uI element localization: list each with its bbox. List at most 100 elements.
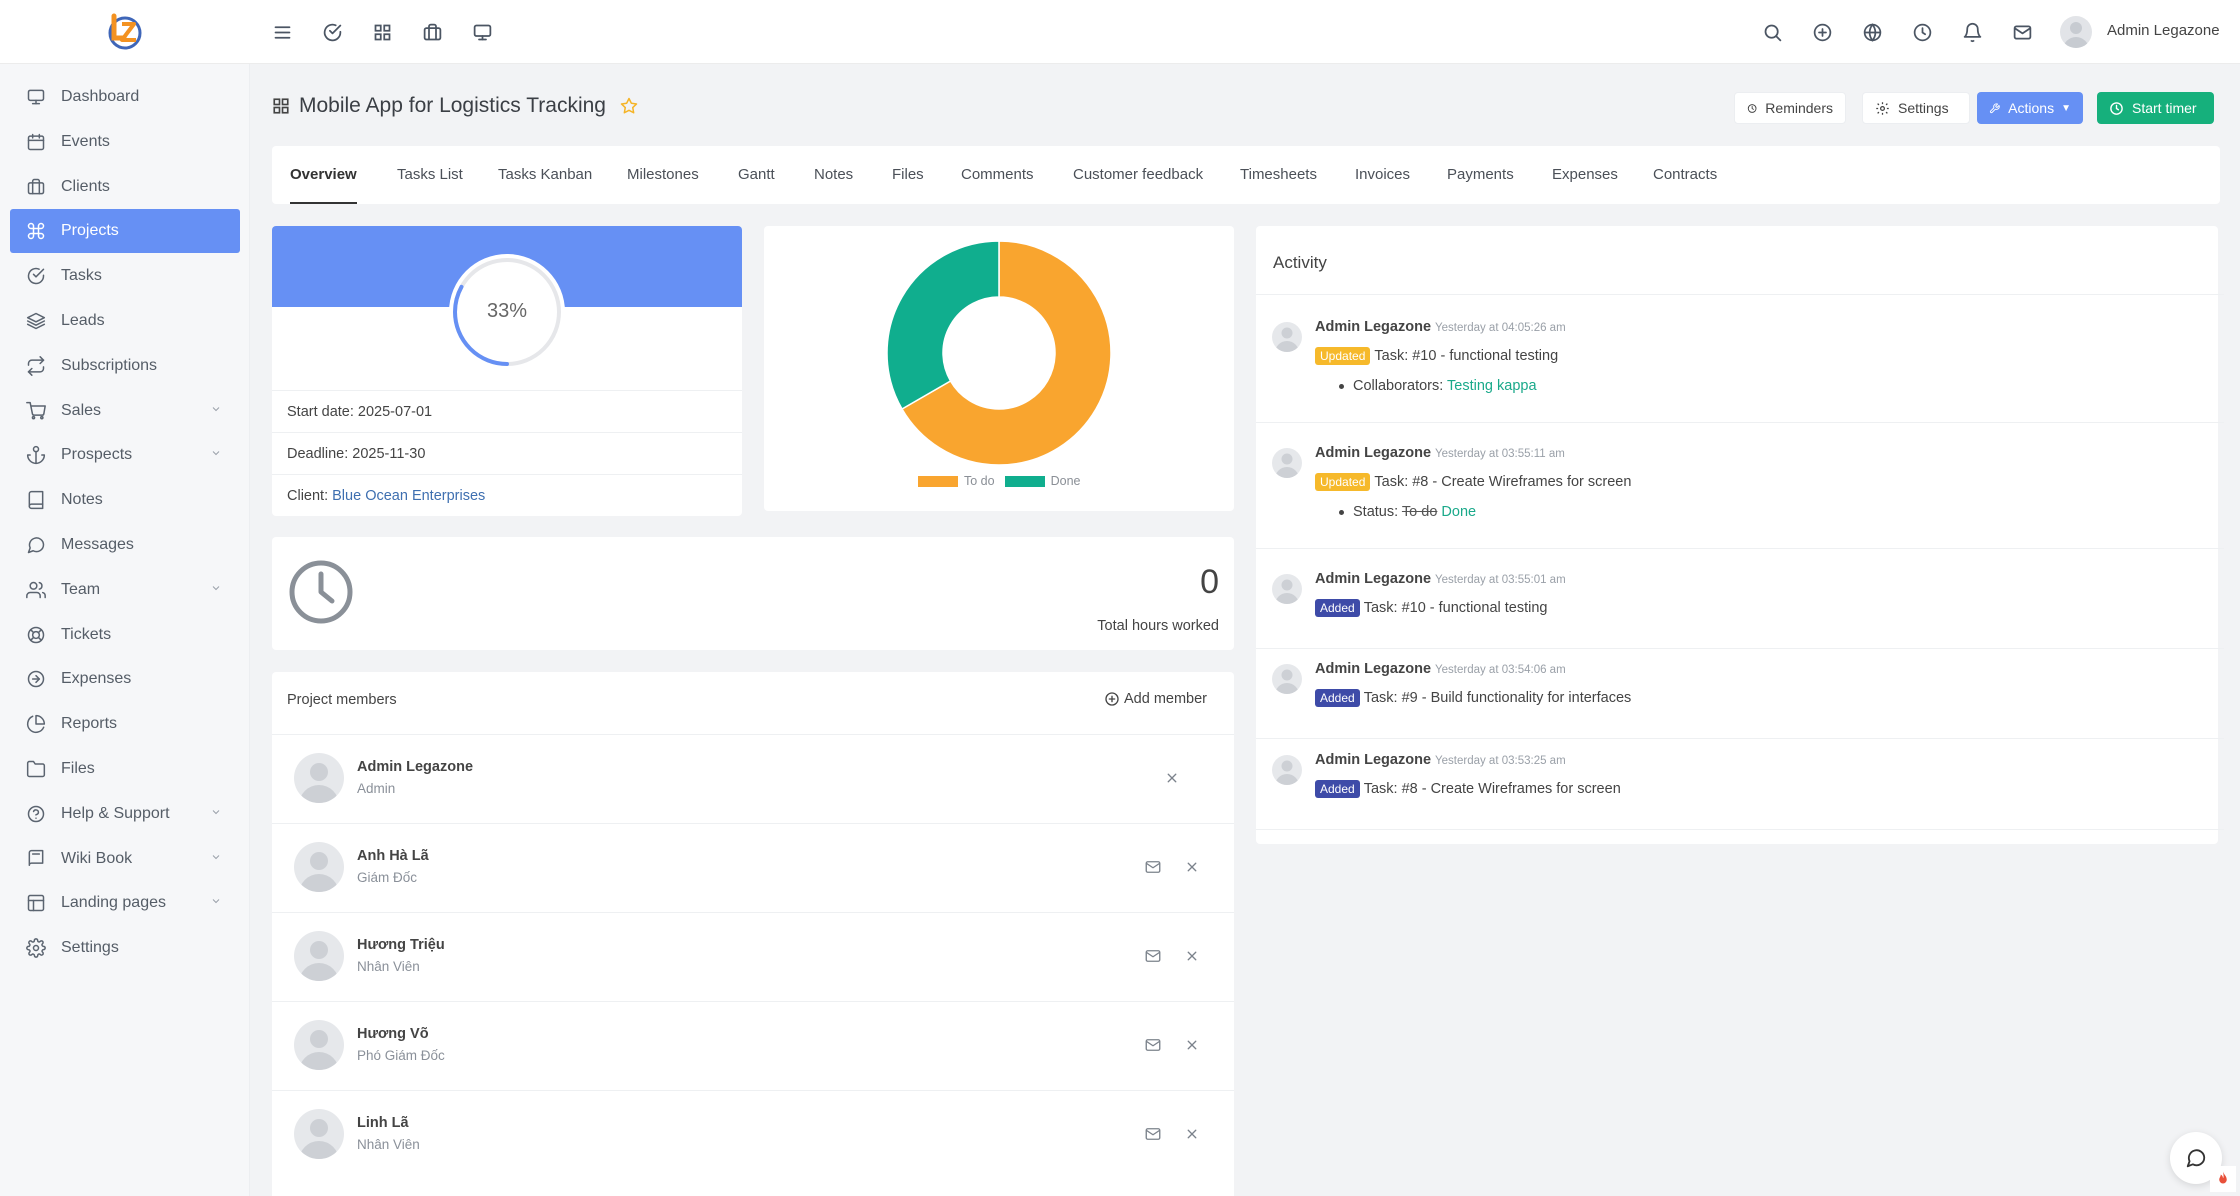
sidebar-item-tasks[interactable]: Tasks: [10, 254, 240, 298]
detail-label: Collaborators:: [1353, 378, 1448, 394]
page-header: Mobile App for Logistics Tracking: [272, 94, 638, 118]
member-name[interactable]: Linh Lã: [357, 1115, 409, 1131]
sidebar-item-messages[interactable]: Messages: [10, 523, 240, 567]
sidebar-item-projects[interactable]: Projects: [10, 209, 240, 254]
caret-down-icon: ▼: [2061, 102, 2071, 114]
divider: [1256, 829, 2224, 830]
sidebar-item-label: Wiki Book: [61, 849, 133, 867]
briefcase-icon[interactable]: [418, 18, 446, 46]
mail-icon[interactable]: [1144, 858, 1162, 876]
add-member-button[interactable]: Add member: [1104, 691, 1207, 707]
tab-tasks-kanban[interactable]: Tasks Kanban: [498, 146, 592, 204]
bell-icon[interactable]: [1958, 18, 1986, 46]
flame-icon[interactable]: [2210, 1166, 2236, 1192]
sidebar-item-label: Team: [61, 580, 101, 598]
check-circle-icon[interactable]: [318, 18, 346, 46]
member-name[interactable]: Anh Hà Lã: [357, 848, 429, 864]
mail-icon[interactable]: [1144, 1125, 1162, 1143]
activity-user[interactable]: Admin Legazone Yesterday at 03:55:01 am: [1315, 571, 1566, 587]
tab-timesheets[interactable]: Timesheets: [1240, 146, 1317, 204]
bullet: [1339, 509, 1344, 515]
menu-icon[interactable]: [268, 18, 296, 46]
close-icon[interactable]: [1183, 1036, 1201, 1054]
activity-task-link[interactable]: Task: #9 - Build functionality for inter…: [1364, 690, 1632, 706]
sidebar-item-label: Expenses: [61, 670, 132, 688]
user-name[interactable]: Admin Legazone: [2107, 22, 2220, 39]
sidebar-item-label: Events: [61, 132, 110, 150]
tab-gantt[interactable]: Gantt: [738, 146, 775, 204]
sidebar-item-dashboard[interactable]: Dashboard: [10, 75, 240, 119]
activity-time: Yesterday at 03:55:11 am: [1435, 448, 1565, 460]
mail-icon[interactable]: [2008, 18, 2036, 46]
activity-user[interactable]: Admin Legazone Yesterday at 04:05:26 am: [1315, 319, 1566, 335]
reminders-button[interactable]: Reminders: [1734, 92, 1846, 124]
sidebar-item-team[interactable]: Team: [10, 568, 240, 612]
sidebar-item-help-support[interactable]: Help & Support: [10, 792, 240, 836]
monitor-icon[interactable]: [468, 18, 496, 46]
activity-task-link[interactable]: Task: #8 - Create Wireframes for screen: [1364, 781, 1621, 797]
tab-customer-feedback[interactable]: Customer feedback: [1073, 146, 1203, 204]
sidebar-item-label: Tasks: [61, 267, 102, 285]
sidebar-item-events[interactable]: Events: [10, 120, 240, 164]
tab-tasks-list[interactable]: Tasks List: [397, 146, 463, 204]
tab-overview[interactable]: Overview: [290, 146, 357, 204]
member-name[interactable]: Hương Triệu: [357, 937, 445, 953]
activity-task-link[interactable]: Task: #10 - functional testing: [1364, 600, 1548, 616]
sidebar-item-sales[interactable]: Sales: [10, 389, 240, 433]
tab-milestones[interactable]: Milestones: [627, 146, 699, 204]
globe-icon[interactable]: [1858, 18, 1886, 46]
tab-contracts[interactable]: Contracts: [1653, 146, 1717, 204]
actions-label: Actions: [2008, 100, 2055, 116]
detail-new-value[interactable]: Done: [1441, 504, 1476, 520]
activity-user[interactable]: Admin Legazone Yesterday at 03:55:11 am: [1315, 445, 1565, 461]
life-buoy-icon: [25, 624, 47, 646]
tab-notes[interactable]: Notes: [814, 146, 853, 204]
mail-icon[interactable]: [1144, 1036, 1162, 1054]
mail-icon[interactable]: [1144, 947, 1162, 965]
tab-invoices[interactable]: Invoices: [1355, 146, 1410, 204]
member-name[interactable]: Admin Legazone: [357, 759, 473, 775]
sidebar-item-expenses[interactable]: Expenses: [10, 657, 240, 701]
activity-user[interactable]: Admin Legazone Yesterday at 03:54:06 am: [1315, 661, 1566, 677]
member-name[interactable]: Hương Võ: [357, 1026, 429, 1042]
user-avatar[interactable]: [2060, 16, 2092, 48]
clock-icon[interactable]: [1908, 18, 1936, 46]
tab-files[interactable]: Files: [892, 146, 924, 204]
activity-task-link[interactable]: Task: #8 - Create Wireframes for screen: [1374, 474, 1631, 490]
actions-dropdown[interactable]: Actions ▼: [1977, 92, 2083, 124]
sidebar-item-tickets[interactable]: Tickets: [10, 613, 240, 657]
start-timer-label: Start timer: [2132, 100, 2197, 116]
sidebar-item-wiki-book[interactable]: Wiki Book: [10, 837, 240, 881]
progress-card: 33% Start date: 2025-07-01 Deadline: 202…: [272, 226, 742, 516]
activity-task-link[interactable]: Task: #10 - functional testing: [1374, 348, 1558, 364]
close-icon[interactable]: [1183, 1125, 1201, 1143]
sidebar-item-notes[interactable]: Notes: [10, 478, 240, 522]
brand-logo[interactable]: [100, 6, 150, 56]
tab-comments[interactable]: Comments: [961, 146, 1034, 204]
sidebar-item-prospects[interactable]: Prospects: [10, 433, 240, 477]
tab-payments[interactable]: Payments: [1447, 146, 1514, 204]
search-icon[interactable]: [1758, 18, 1786, 46]
start-timer-button[interactable]: Start timer: [2097, 92, 2214, 124]
activity-text: Added Task: #8 - Create Wireframes for sc…: [1315, 780, 1621, 798]
close-icon[interactable]: [1163, 769, 1181, 787]
sidebar-item-leads[interactable]: Leads: [10, 299, 240, 343]
settings-button[interactable]: Settings: [1862, 92, 1970, 124]
sidebar-item-reports[interactable]: Reports: [10, 702, 240, 746]
activity-user[interactable]: Admin Legazone Yesterday at 03:53:25 am: [1315, 752, 1566, 768]
sidebar-item-settings[interactable]: Settings: [10, 926, 240, 970]
sidebar-item-landing-pages[interactable]: Landing pages: [10, 881, 240, 925]
tab-expenses[interactable]: Expenses: [1552, 146, 1618, 204]
sidebar-item-files[interactable]: Files: [10, 747, 240, 791]
client-link[interactable]: Blue Ocean Enterprises: [332, 488, 485, 504]
donut-slice-done[interactable]: [886, 240, 1000, 411]
close-icon[interactable]: [1183, 858, 1201, 876]
detail-new-value[interactable]: Testing kappa: [1447, 378, 1536, 394]
sidebar-item-subscriptions[interactable]: Subscriptions: [10, 344, 240, 388]
plus-circle-icon[interactable]: [1808, 18, 1836, 46]
favorite-star-icon[interactable]: [620, 97, 638, 115]
sidebar-item-clients[interactable]: Clients: [10, 165, 240, 209]
activity-text: Updated Task: #8 - Create Wireframes for …: [1315, 473, 1631, 491]
close-icon[interactable]: [1183, 947, 1201, 965]
apps-grid-icon[interactable]: [368, 18, 396, 46]
